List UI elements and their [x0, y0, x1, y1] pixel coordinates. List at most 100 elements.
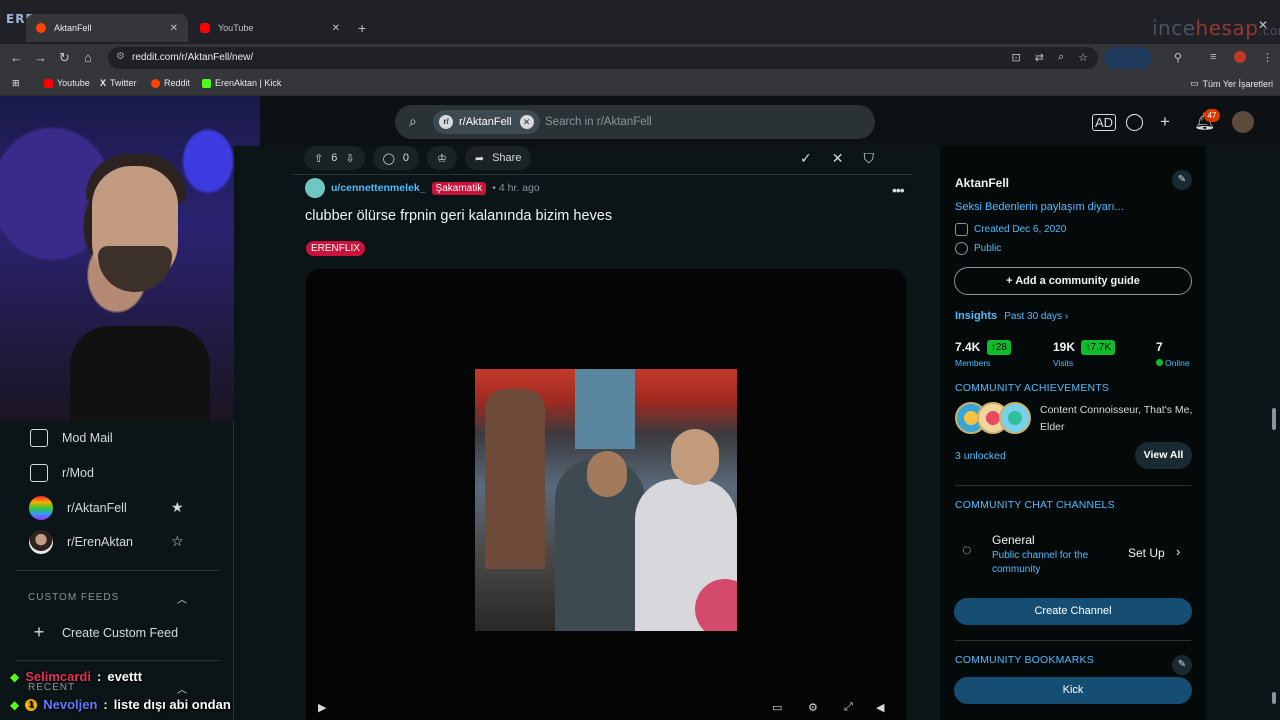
chat-icon[interactable]: ◯ [1125, 112, 1144, 132]
nav-divider [16, 570, 220, 571]
back-icon[interactable]: ← [10, 50, 23, 65]
chevron-up-icon[interactable]: ︿ [177, 591, 187, 606]
plus-icon: + [33, 622, 45, 642]
favorite-star-filled-icon[interactable]: ★ [171, 499, 184, 516]
set-up-link[interactable]: Set Up [1128, 546, 1165, 560]
volume-icon[interactable]: ◀ [876, 701, 884, 714]
bookmark-reddit[interactable]: Reddit [151, 78, 190, 88]
author-avatar[interactable] [305, 178, 325, 198]
post-flair[interactable]: ERENFLIX [306, 241, 365, 256]
chevron-up-icon[interactable]: ︿ [177, 681, 187, 696]
achievement-badges [955, 402, 1031, 434]
search-scope-chip[interactable]: r/ r/AktanFell ✕ [433, 110, 540, 134]
post-title[interactable]: clubber ölürse frpnin geri kalanında biz… [305, 208, 612, 224]
add-community-guide-button[interactable]: + Add a community guide [954, 267, 1192, 295]
downvote-icon[interactable]: ⇩ [345, 152, 354, 165]
tab-aktanfell[interactable]: AktanFell ✕ [26, 14, 188, 42]
main-feed: ⇧ 6 ⇩ ◯ 0 ♔ ➦ Share ✓ ✕ ⛉ u/cennettenmel… [234, 146, 940, 720]
shield-icon[interactable]: ⛉ [863, 150, 874, 167]
create-channel-button[interactable]: Create Channel [954, 598, 1192, 625]
home-icon[interactable]: ⌂ [84, 50, 92, 65]
advertise-icon[interactable]: AD [1092, 114, 1117, 131]
install-icon[interactable]: ⊡ [1012, 51, 1021, 64]
bookmark-star-icon[interactable]: ☆ [1078, 51, 1088, 64]
page-margin [1206, 146, 1280, 720]
webcam-overlay [0, 96, 260, 422]
bookmark-twitter[interactable]: X Twitter [100, 78, 137, 88]
folder-icon: ▭ [1190, 78, 1199, 88]
insights-period-link[interactable]: Past 30 days › [1004, 311, 1068, 322]
scrollbar-thumb[interactable] [1272, 408, 1276, 430]
video-figure [575, 369, 635, 449]
nav-r-aktanfell[interactable]: r/AktanFell [29, 496, 127, 520]
create-custom-feed[interactable]: + Create Custom Feed [30, 622, 178, 643]
settings-icon[interactable]: ⚙ [808, 701, 818, 714]
post-divider [292, 174, 912, 175]
post-options-icon[interactable]: ••• [892, 182, 905, 198]
nav-mod-mail[interactable]: Mod Mail [30, 429, 113, 447]
channel-general[interactable]: ◌ General Public channel for the communi… [960, 530, 1194, 576]
post-author[interactable]: u/cennettenmelek_ [331, 182, 426, 194]
nav-r-erenaktan[interactable]: r/ErenAktan [29, 530, 133, 554]
site-info-icon[interactable]: ⚙ [116, 51, 125, 62]
video-player[interactable]: ▶ ▭ ⚙ ⤢ ◀ [306, 269, 906, 720]
browser-tab-bar: ERENAKTAN AktanFell ✕ YouTube ✕ + incehe… [0, 0, 1280, 44]
profile-avatar[interactable] [1234, 51, 1246, 63]
close-tab-icon[interactable]: ✕ [332, 23, 340, 34]
previous-post-actions: ⇧ 6 ⇩ ◯ 0 ♔ ➦ Share [304, 146, 532, 170]
chat-bubbles-icon: ◌ [962, 542, 972, 559]
mod-actions: ✓ ✕ ⛉ [800, 150, 874, 167]
online-dot-icon [1156, 359, 1163, 366]
play-icon[interactable]: ▶ [318, 701, 326, 714]
apps-icon[interactable]: ⊞ [12, 78, 20, 89]
bookmark-youtube[interactable]: Youtube [44, 78, 90, 88]
translate-icon[interactable]: ⇄ [1035, 51, 1044, 64]
approve-icon[interactable]: ✓ [800, 150, 812, 167]
favorite-star-empty-icon[interactable]: ☆ [171, 533, 184, 550]
notification-count-badge: 47 [1204, 109, 1220, 122]
nav-r-mod[interactable]: r/Mod [30, 464, 94, 482]
tab-youtube[interactable]: YouTube ✕ [190, 14, 350, 42]
scrollbar-arrow[interactable] [1272, 692, 1276, 704]
search-input[interactable]: Search in r/AktanFell [545, 116, 652, 128]
all-bookmarks[interactable]: ▭ Tüm Yer İşaretleri [1190, 78, 1273, 89]
address-bar[interactable]: ⚙ reddit.com/r/AktanFell/new/ ⊡ ⇄ ⌕ ☆ [108, 47, 1098, 69]
extension-icon[interactable]: ⚲ [1174, 51, 1182, 64]
post-meta: u/cennettenmelek_ Şakamatik • 4 hr. ago [305, 178, 540, 198]
media-icon[interactable]: ≡ [1210, 51, 1216, 63]
edit-pencil-icon[interactable]: ✎ [1172, 655, 1192, 675]
video-figure [485, 389, 545, 569]
new-tab-button[interactable]: + [358, 20, 366, 36]
youtube-icon [44, 78, 53, 88]
author-flair: Şakamatik [431, 181, 487, 195]
comments-button[interactable]: ◯ 0 [372, 146, 419, 170]
upvote-icon[interactable]: ⇧ [314, 152, 323, 165]
zoom-icon[interactable]: ⌕ [1058, 51, 1064, 64]
reload-icon[interactable]: ↻ [59, 50, 70, 66]
kick-badge-icon: ◆ [10, 697, 20, 712]
create-post-icon[interactable]: + [1160, 112, 1170, 132]
community-description: Seksi Bedenlerin paylaşım diyarı... [955, 201, 1124, 213]
community-visibility: Public [955, 242, 1001, 255]
extensions-pill[interactable] [1104, 47, 1152, 69]
stat-members: 7.4K ↑28 Members [955, 338, 1011, 368]
subscriber-badge-icon: 1 [25, 698, 38, 711]
search-bar[interactable]: ⌕ r/ r/AktanFell ✕ Search in r/AktanFell [395, 105, 875, 139]
fullscreen-icon[interactable]: ⤢ [844, 701, 853, 714]
view-all-button[interactable]: View All [1135, 442, 1192, 469]
award-button[interactable]: ♔ [427, 146, 457, 170]
clear-scope-icon[interactable]: ✕ [519, 115, 534, 129]
edit-pencil-icon[interactable]: ✎ [1172, 170, 1192, 190]
close-tab-icon[interactable]: ✕ [170, 23, 178, 34]
bookmark-kick[interactable]: ErenAktan | Kick [202, 78, 281, 88]
remove-icon[interactable]: ✕ [832, 150, 844, 167]
captions-icon[interactable]: ▭ [772, 701, 782, 714]
user-avatar[interactable] [1232, 111, 1254, 133]
window-close-icon[interactable]: ✕ [1258, 18, 1268, 32]
plus-icon: + [1006, 275, 1016, 287]
subreddit-icon: r/ [439, 115, 453, 129]
forward-icon[interactable]: → [34, 50, 47, 65]
menu-icon[interactable]: ⋮ [1262, 51, 1273, 64]
bookmark-kick-button[interactable]: Kick [954, 677, 1192, 704]
share-button[interactable]: ➦ Share [464, 146, 532, 170]
